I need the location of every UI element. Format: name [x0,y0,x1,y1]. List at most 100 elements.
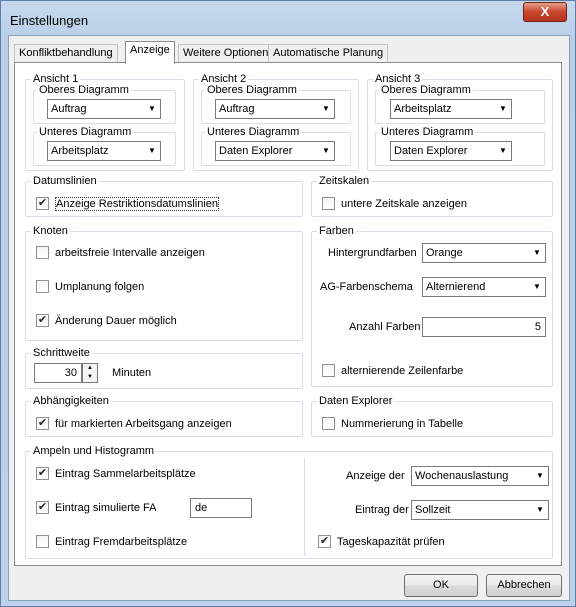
title-bar[interactable]: Einstellungen X [1,1,575,35]
chevron-down-icon[interactable]: ▼ [528,244,545,262]
select-value: Alternierend [426,281,486,293]
schrittweite-input[interactable]: 30 [34,363,82,383]
checkbox[interactable]: ✔ [36,416,49,430]
checkbox[interactable] [36,245,49,259]
checkbox-umplanung-folgen[interactable]: Umplanung folgen [36,279,144,294]
chevron-down-icon[interactable]: ▼ [528,278,545,296]
ansicht2-unteres-select[interactable]: Daten Explorer ▼ [215,141,335,161]
anzeige-der-select[interactable]: Wochenauslastung ▼ [411,466,549,486]
checkbox-label: Eintrag Sammelarbeitsplätze [55,468,196,480]
checkbox-arbeitsfreie-intervalle[interactable]: arbeitsfreie Intervalle anzeigen [36,245,205,260]
spin-up-icon[interactable]: ▲ [83,364,97,373]
checkbox[interactable]: ✔ [36,500,49,514]
group-title: Oberes Diagramm [379,84,473,97]
settings-dialog: Einstellungen X Konfliktbehandlung Anzei… [0,0,576,607]
tab-automatische-planung[interactable]: Automatische Planung [268,44,389,63]
group-title: Knoten [31,225,70,238]
group-ansicht-2: Ansicht 2 Oberes Diagramm Auftrag ▼ Unte… [193,73,359,171]
group-oberes-diagramm: Oberes Diagramm Arbeitsplatz ▼ [375,84,545,124]
checkbox-aenderung-dauer[interactable]: ✔ Änderung Dauer möglich [36,313,177,328]
ansicht1-unteres-select[interactable]: Arbeitsplatz ▼ [47,141,161,161]
checkbox-label: Nummerierung in Tabelle [341,418,464,430]
checkbox[interactable] [36,279,49,293]
group-title: Ampeln und Histogramm [31,445,157,458]
group-title: Unteres Diagramm [37,126,134,139]
group-farben: Farben Hintergrundfarben Orange ▼ AG-Far… [311,225,553,387]
select-value: Auftrag [51,103,87,115]
group-datumslinien: Datumslinien ✔ Anzeige Restriktionsdatums… [25,175,303,217]
select-value: Sollzeit [415,504,451,516]
window-title: Einstellungen [10,13,89,28]
select-value: Auftrag [219,103,255,115]
checkbox-label: alternierende Zeilenfarbe [341,365,464,377]
checkbox-label: für markierten Arbeitsgang anzeigen [55,418,232,430]
chevron-down-icon[interactable]: ▼ [317,142,334,160]
ansicht2-oberes-select[interactable]: Auftrag ▼ [215,99,335,119]
group-oberes-diagramm: Oberes Diagramm Auftrag ▼ [33,84,176,124]
group-unteres-diagramm: Unteres Diagramm Daten Explorer ▼ [375,126,545,166]
chevron-down-icon[interactable]: ▼ [494,100,511,118]
close-button[interactable]: X [523,2,567,22]
tab-konfliktbehandlung[interactable]: Konfliktbehandlung [14,44,118,63]
group-title: Abhängigkeiten [31,395,111,408]
checkbox[interactable] [322,196,335,210]
group-title: Daten Explorer [317,395,395,408]
group-title: Schrittweite [31,347,92,360]
cancel-button[interactable]: Abbrechen [486,574,562,597]
chevron-down-icon[interactable]: ▼ [494,142,511,160]
divider [304,458,305,556]
chevron-down-icon[interactable]: ▼ [531,467,548,485]
checkbox-alternierende-zeilenfarbe[interactable]: alternierende Zeilenfarbe [322,363,464,378]
chevron-down-icon[interactable]: ▼ [531,501,548,519]
group-daten-explorer: Daten Explorer Nummerierung in Tabelle [311,395,553,437]
checkbox[interactable]: ✔ [36,466,49,480]
checkbox-fremdarbeitsplaetze[interactable]: Eintrag Fremdarbeitsplätze [36,534,187,549]
tab-weitere-optionen[interactable]: Weitere Optionen [178,44,274,63]
checkbox-sammelarbeitsplaetze[interactable]: ✔ Eintrag Sammelarbeitsplätze [36,466,196,481]
checkbox[interactable] [36,534,49,548]
checkbox-label: Eintrag simulierte FA [55,502,157,514]
ag-farbenschema-select[interactable]: Alternierend ▼ [422,277,546,297]
checkbox-nummerierung-tabelle[interactable]: Nummerierung in Tabelle [322,416,464,431]
chevron-down-icon[interactable]: ▼ [143,100,160,118]
schrittweite-stepper[interactable]: ▲ ▼ [82,363,98,383]
group-title: Oberes Diagramm [205,84,299,97]
ansicht3-oberes-select[interactable]: Arbeitsplatz ▼ [390,99,512,119]
checkbox[interactable]: ✔ [36,196,49,210]
simulierte-fa-input[interactable]: de [190,498,252,518]
tab-anzeige[interactable]: Anzeige [125,41,175,64]
group-ampeln-histogramm: Ampeln und Histogramm ✔ Eintrag Sammelarb… [25,445,553,559]
chevron-down-icon[interactable]: ▼ [317,100,334,118]
checkbox-simulierte-fa[interactable]: ✔ Eintrag simulierte FA [36,500,157,515]
checkbox-tageskapazitaet[interactable]: ✔ Tageskapazität prüfen [318,534,445,549]
ok-button[interactable]: OK [404,574,478,597]
checkbox-untere-zeitskale[interactable]: untere Zeitskale anzeigen [322,196,467,211]
chevron-down-icon[interactable]: ▼ [143,142,160,160]
checkbox[interactable] [322,363,335,377]
ansicht1-oberes-select[interactable]: Auftrag ▼ [47,99,161,119]
checkbox-restriktionsdatumslinien[interactable]: ✔ Anzeige Restriktionsdatumslinien [36,196,220,211]
select-value: Daten Explorer [394,145,468,157]
anzeige-der-label: Anzeige der [346,470,405,482]
checkbox-markierter-arbeitsgang[interactable]: ✔ für markierten Arbeitsgang anzeigen [36,416,232,431]
group-unteres-diagramm: Unteres Diagramm Arbeitsplatz ▼ [33,126,176,166]
anzeige-panel: Ansicht 1 Oberes Diagramm Auftrag ▼ Unte… [14,62,562,566]
anzahl-farben-input[interactable]: 5 [422,317,546,337]
spin-down-icon[interactable]: ▼ [83,373,97,382]
select-value: Wochenauslastung [415,470,509,482]
checkbox[interactable] [322,416,335,430]
checkbox-label: Tageskapazität prüfen [337,536,445,548]
hintergrundfarben-select[interactable]: Orange ▼ [422,243,546,263]
checkbox-label: Änderung Dauer möglich [55,315,177,327]
group-title: Datumslinien [31,175,99,188]
group-abhaengigkeiten: Abhängigkeiten ✔ für markierten Arbeitsga… [25,395,303,437]
ansicht3-unteres-select[interactable]: Daten Explorer ▼ [390,141,512,161]
eintrag-der-select[interactable]: Sollzeit ▼ [411,500,549,520]
group-title: Zeitskalen [317,175,372,188]
anzahl-farben-label: Anzahl Farben [349,321,421,333]
group-title: Oberes Diagramm [37,84,131,97]
select-value: Orange [426,247,463,259]
checkbox[interactable]: ✔ [36,313,49,327]
checkbox[interactable]: ✔ [318,534,331,548]
group-zeitskalen: Zeitskalen untere Zeitskale anzeigen [311,175,553,217]
